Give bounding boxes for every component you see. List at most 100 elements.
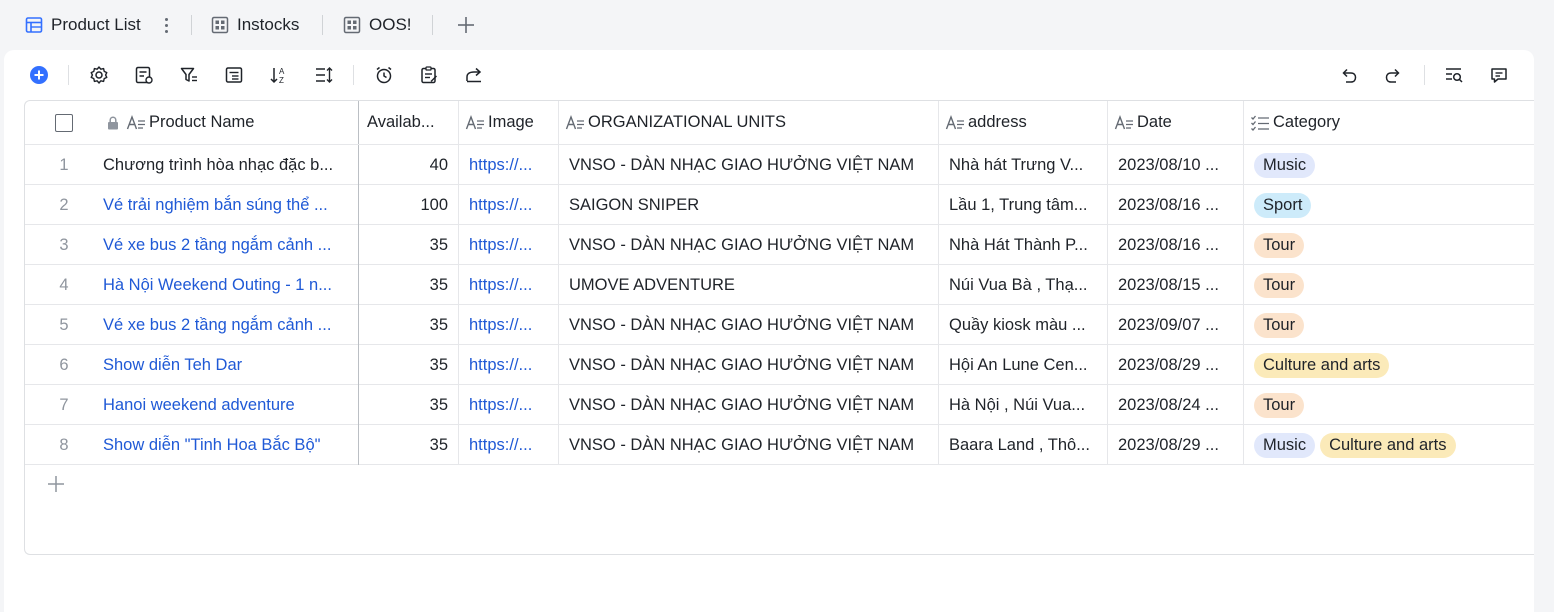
- column-header-date[interactable]: Date: [1108, 101, 1244, 144]
- table-row[interactable]: 8 Show diễn "Tinh Hoa Bắc Bộ" 35 https://..…: [25, 425, 1534, 465]
- date-cell[interactable]: 2023/08/24 ...: [1108, 385, 1244, 425]
- share-icon[interactable]: [462, 63, 486, 87]
- comment-icon[interactable]: [1487, 63, 1511, 87]
- product-name-cell[interactable]: Vé xe bus 2 tầng ngắm cảnh ...: [103, 305, 359, 345]
- available-cell[interactable]: 100: [359, 185, 459, 225]
- column-label: address: [968, 113, 1027, 131]
- category-cell[interactable]: Culture and arts: [1244, 345, 1534, 385]
- org-unit-cell[interactable]: VNSO - DÀN NHẠC GIAO HƯỞNG VIỆT NAM: [559, 145, 939, 185]
- available-cell[interactable]: 35: [359, 345, 459, 385]
- available-cell[interactable]: 35: [359, 265, 459, 305]
- product-name-cell[interactable]: Chương trình hòa nhạc đặc b...: [103, 145, 359, 185]
- date-cell[interactable]: 2023/08/10 ...: [1108, 145, 1244, 185]
- alarm-icon[interactable]: [372, 63, 396, 87]
- available-cell[interactable]: 35: [359, 385, 459, 425]
- settings-icon[interactable]: [87, 63, 111, 87]
- category-cell[interactable]: Tour: [1244, 225, 1534, 265]
- tab-oos[interactable]: OOS!: [343, 10, 412, 40]
- category-cell[interactable]: Music Culture and arts: [1244, 425, 1534, 465]
- image-cell[interactable]: https://...: [459, 385, 559, 425]
- product-name-cell[interactable]: Show diễn "Tinh Hoa Bắc Bộ": [103, 425, 359, 465]
- address-cell[interactable]: Quầy kiosk màu ...: [939, 305, 1108, 345]
- image-cell[interactable]: https://...: [459, 345, 559, 385]
- date-cell[interactable]: 2023/09/07 ...: [1108, 305, 1244, 345]
- address-cell[interactable]: Lầu 1, Trung tâm...: [939, 185, 1108, 225]
- table-row[interactable]: 2 Vé trải nghiệm bắn súng thể ... 100 https…: [25, 185, 1534, 225]
- row-number-text: 1: [59, 156, 69, 174]
- image-cell[interactable]: https://...: [459, 425, 559, 465]
- column-header-category[interactable]: Category: [1244, 101, 1534, 144]
- filter-icon[interactable]: [177, 63, 201, 87]
- available-cell[interactable]: 35: [359, 225, 459, 265]
- table-row[interactable]: 5 Vé xe bus 2 tầng ngắm cảnh ... 35 https:/…: [25, 305, 1534, 345]
- available-cell[interactable]: 35: [359, 425, 459, 465]
- address-cell[interactable]: Nhà Hát Thành P...: [939, 225, 1108, 265]
- image-cell[interactable]: https://...: [459, 185, 559, 225]
- add-record-icon[interactable]: [27, 63, 51, 87]
- row-height-icon[interactable]: [312, 63, 336, 87]
- product-name-cell[interactable]: Show diễn Teh Dar: [103, 345, 359, 385]
- address-cell[interactable]: Núi Vua Bà , Thạ...: [939, 265, 1108, 305]
- redo-icon[interactable]: [1381, 63, 1405, 87]
- image-cell[interactable]: https://...: [459, 145, 559, 185]
- select-all-cell[interactable]: [25, 101, 103, 144]
- column-header-product-name[interactable]: Product Name: [103, 101, 359, 144]
- select-all-checkbox[interactable]: [55, 113, 73, 132]
- column-label: ORGANIZATIONAL UNITS: [588, 113, 787, 131]
- org-unit-cell[interactable]: VNSO - DÀN NHẠC GIAO HƯỞNG VIỆT NAM: [559, 225, 939, 265]
- tab-more-icon[interactable]: [160, 12, 172, 38]
- image-cell[interactable]: https://...: [459, 305, 559, 345]
- form-icon[interactable]: [417, 63, 441, 87]
- table-row[interactable]: 1 Chương trình hòa nhạc đặc b... 40 https:/…: [25, 145, 1534, 185]
- address-cell[interactable]: Nhà hát Trưng V...: [939, 145, 1108, 185]
- date-cell[interactable]: 2023/08/16 ...: [1108, 225, 1244, 265]
- available-cell[interactable]: 40: [359, 145, 459, 185]
- org-unit-cell[interactable]: UMOVE ADVENTURE: [559, 265, 939, 305]
- table-row[interactable]: 4 Hà Nội Weekend Outing - 1 n... 35 https:/…: [25, 265, 1534, 305]
- add-row-icon[interactable]: [45, 473, 67, 495]
- product-name-cell[interactable]: Hanoi weekend adventure: [103, 385, 359, 425]
- category-cell[interactable]: Tour: [1244, 385, 1534, 425]
- org-unit-cell[interactable]: VNSO - DÀN NHẠC GIAO HƯỞNG VIỆT NAM: [559, 345, 939, 385]
- tab-divider: [432, 15, 433, 35]
- category-cell[interactable]: Music: [1244, 145, 1534, 185]
- sort-icon[interactable]: AZ: [267, 63, 291, 87]
- category-cell[interactable]: Sport: [1244, 185, 1534, 225]
- column-header-available[interactable]: Availab...: [359, 101, 459, 144]
- column-header-address[interactable]: address: [939, 101, 1108, 144]
- table-row[interactable]: 7 Hanoi weekend adventure 35 https://... VNS…: [25, 385, 1534, 425]
- address-cell[interactable]: Hà Nội , Núi Vua...: [939, 385, 1108, 425]
- date-cell[interactable]: 2023/08/29 ...: [1108, 345, 1244, 385]
- row-number-cell: 3: [25, 225, 103, 265]
- table-row[interactable]: 6 Show diễn Teh Dar 35 https://... VNSO - DÀ…: [25, 345, 1534, 385]
- org-unit-cell[interactable]: VNSO - DÀN NHẠC GIAO HƯỞNG VIỆT NAM: [559, 305, 939, 345]
- category-cell[interactable]: Tour: [1244, 305, 1534, 345]
- category-tag: Tour: [1254, 272, 1305, 298]
- address-cell[interactable]: Hội An Lune Cen...: [939, 345, 1108, 385]
- group-icon[interactable]: [222, 63, 246, 87]
- date-cell[interactable]: 2023/08/16 ...: [1108, 185, 1244, 225]
- field-config-icon[interactable]: [132, 63, 156, 87]
- org-unit-cell[interactable]: VNSO - DÀN NHẠC GIAO HƯỞNG VIỆT NAM: [559, 385, 939, 425]
- address-cell[interactable]: Baara Land , Thô...: [939, 425, 1108, 465]
- search-icon[interactable]: [1442, 63, 1466, 87]
- tab-instocks[interactable]: Instocks: [211, 10, 299, 40]
- table-row[interactable]: 3 Vé xe bus 2 tầng ngắm cảnh ... 35 https:/…: [25, 225, 1534, 265]
- date-cell[interactable]: 2023/08/29 ...: [1108, 425, 1244, 465]
- add-view-icon[interactable]: [455, 13, 477, 37]
- product-name-cell[interactable]: Vé trải nghiệm bắn súng thể ...: [103, 185, 359, 225]
- date-cell[interactable]: 2023/08/15 ...: [1108, 265, 1244, 305]
- org-unit-cell[interactable]: VNSO - DÀN NHẠC GIAO HƯỞNG VIỆT NAM: [559, 425, 939, 465]
- undo-icon[interactable]: [1337, 63, 1361, 87]
- org-unit-cell[interactable]: SAIGON SNIPER: [559, 185, 939, 225]
- image-cell[interactable]: https://...: [459, 265, 559, 305]
- tab-product-list[interactable]: Product List: [25, 10, 141, 40]
- product-name-cell[interactable]: Hà Nội Weekend Outing - 1 n...: [103, 265, 359, 305]
- product-name-cell[interactable]: Vé xe bus 2 tầng ngắm cảnh ...: [103, 225, 359, 265]
- text-field-icon: [565, 113, 585, 133]
- category-cell[interactable]: Tour: [1244, 265, 1534, 305]
- available-cell[interactable]: 35: [359, 305, 459, 345]
- image-cell[interactable]: https://...: [459, 225, 559, 265]
- column-header-org-units[interactable]: ORGANIZATIONAL UNITS: [559, 101, 939, 144]
- column-header-image[interactable]: Image: [459, 101, 559, 144]
